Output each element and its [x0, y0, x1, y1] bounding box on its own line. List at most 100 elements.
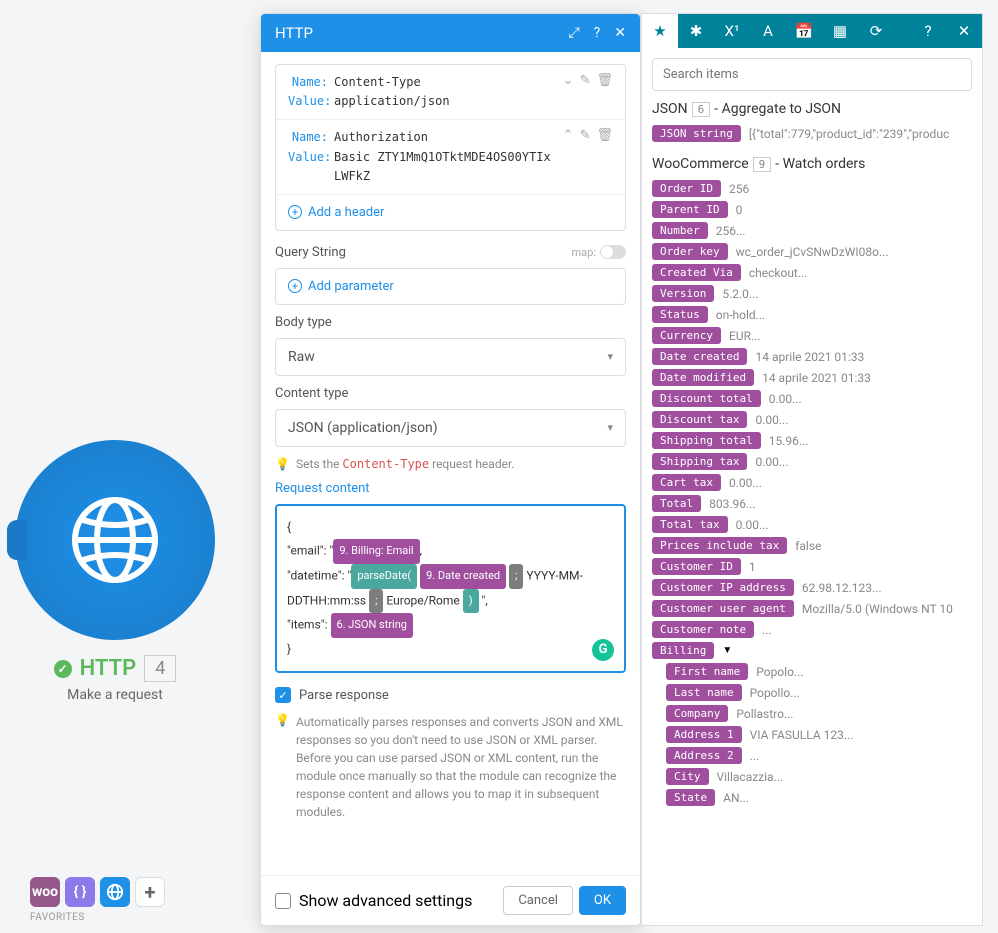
variable-item[interactable]: Total tax0.00... — [652, 516, 972, 533]
request-content-editor[interactable]: { "email": "9. Billing: Email, "datetime… — [275, 504, 626, 673]
favorites-label: FAVORITES — [30, 912, 165, 923]
variable-item[interactable]: Prices include taxfalse — [652, 537, 972, 554]
variable-item[interactable]: StateAN... — [666, 789, 972, 806]
variable-item[interactable]: Customer user agentMozilla/5.0 (Windows … — [652, 600, 972, 617]
variable-item[interactable]: Address 1VIA FASULLA 123... — [666, 726, 972, 743]
variable-item[interactable]: CompanyPollastro... — [666, 705, 972, 722]
variable-item[interactable]: Discount total0.00... — [652, 390, 972, 407]
variable-item[interactable]: Last namePopollo... — [666, 684, 972, 701]
expand-icon[interactable]: ⤢ — [568, 25, 579, 41]
http-config-modal: HTTP ⤢ ? ✕ Name:Content-Type Value:appli… — [260, 13, 641, 926]
map-toggle[interactable]: map: — [572, 245, 626, 259]
toggle-switch[interactable] — [600, 245, 626, 259]
variable-item[interactable]: Shipping tax0.00... — [652, 453, 972, 470]
favorite-woocommerce-icon[interactable]: woo — [30, 877, 60, 907]
cancel-button[interactable]: Cancel — [503, 886, 573, 915]
variable-item[interactable]: Customer note... — [652, 621, 972, 638]
chevron-down-icon[interactable]: ⌄ — [563, 73, 574, 88]
advanced-settings-label: Show advanced settings — [299, 891, 472, 910]
plus-icon: + — [288, 279, 302, 293]
variable-pill[interactable]: 9. Date created — [420, 564, 506, 589]
variable-item[interactable]: Address 2... — [666, 747, 972, 764]
favorites-bar: woo { } + FAVORITES — [30, 877, 165, 923]
variable-item[interactable]: Customer ID1 — [652, 558, 972, 575]
node-title: HTTP — [80, 656, 137, 681]
ok-button[interactable]: OK — [579, 886, 626, 915]
variable-pill[interactable]: 6. JSON string — [331, 613, 414, 638]
content-type-label: Content type — [275, 386, 348, 401]
variable-item[interactable]: Cart tax0.00... — [652, 474, 972, 491]
tab-star[interactable]: ★ — [642, 14, 678, 48]
chevron-updown-icon: ▾ — [607, 350, 613, 363]
woo-section-title: WooCommerce 9 - Watch orders — [652, 156, 972, 172]
add-parameter-button[interactable]: + Add parameter — [276, 269, 625, 304]
edit-icon[interactable]: ✎ — [580, 73, 591, 88]
parse-response-label: Parse response — [299, 688, 389, 703]
tab-clock[interactable]: ⟳ — [858, 14, 894, 48]
favorite-add-button[interactable]: + — [135, 877, 165, 907]
grammarly-icon[interactable]: G — [592, 639, 614, 661]
variable-item[interactable]: Created Viacheckout... — [652, 264, 972, 281]
variable-item[interactable]: Discount tax0.00... — [652, 411, 972, 428]
help-icon[interactable]: ? — [594, 25, 601, 41]
close-icon[interactable]: ✕ — [614, 25, 626, 41]
variable-item[interactable]: Parent ID0 — [652, 201, 972, 218]
check-icon: ✓ — [54, 660, 72, 678]
favorite-json-icon[interactable]: { } — [65, 877, 95, 907]
variable-item[interactable]: Number256... — [652, 222, 972, 239]
http-module-node[interactable]: ✓ HTTP 4 Make a request — [15, 440, 215, 703]
favorite-http-icon[interactable] — [100, 877, 130, 907]
panel-tabs: ★ ✱ X¹ A 📅 ▦ ⟳ ? ✕ — [642, 14, 982, 48]
body-type-label: Body type — [275, 315, 332, 330]
variable-item[interactable]: Order ID256 — [652, 180, 972, 197]
variable-item[interactable]: CityVillacazzia... — [666, 768, 972, 785]
modal-title: HTTP — [275, 24, 313, 42]
header-row: Name:Authorization Value:Basic ZTY1MmQ1O… — [276, 120, 625, 195]
lightbulb-icon: 💡 — [275, 457, 290, 471]
chevron-up-icon[interactable]: ⌃ — [563, 128, 574, 143]
header-row: Name:Content-Type Value:application/json… — [276, 65, 625, 120]
plus-icon: + — [288, 205, 302, 219]
tab-text[interactable]: A — [750, 14, 786, 48]
variable-item[interactable]: Shipping total15.96... — [652, 432, 972, 449]
variable-item[interactable]: Date modified14 aprile 2021 01:33 — [652, 369, 972, 386]
variable-picker-panel: ★ ✱ X¹ A 📅 ▦ ⟳ ? ✕ JSON 6 - Aggregate to… — [641, 13, 983, 926]
variable-item[interactable]: Customer IP address62.98.12.123... — [652, 579, 972, 596]
delete-icon[interactable]: 🗑 — [596, 73, 613, 88]
delete-icon[interactable]: 🗑 — [596, 128, 613, 143]
chevron-down-icon: ▼ — [722, 645, 732, 656]
function-pill[interactable]: parseDate( — [351, 564, 417, 589]
variable-group-billing[interactable]: Billing ▼ — [652, 642, 972, 659]
content-type-select[interactable]: JSON (application/json) ▾ — [275, 409, 626, 447]
request-content-label: Request content — [275, 481, 370, 496]
json-section-title: JSON 6 - Aggregate to JSON — [652, 101, 972, 117]
tab-math[interactable]: X¹ — [714, 14, 750, 48]
add-header-button[interactable]: + Add a header — [276, 195, 625, 230]
edit-icon[interactable]: ✎ — [580, 128, 591, 143]
variable-item[interactable]: Version5.2.0... — [652, 285, 972, 302]
panel-help-icon[interactable]: ? — [910, 14, 946, 48]
tab-date[interactable]: 📅 — [786, 14, 822, 48]
chevron-updown-icon: ▾ — [607, 421, 613, 434]
variable-item[interactable]: Order keywc_order_jCvSNwDzWI08o... — [652, 243, 972, 260]
variable-item[interactable]: JSON string [{"total":779,"product_id":"… — [652, 125, 972, 142]
search-input[interactable] — [652, 58, 972, 91]
variable-pill[interactable]: 9. Billing: Email — [333, 539, 419, 564]
lightbulb-icon: 💡 — [275, 713, 290, 727]
advanced-settings-checkbox[interactable] — [275, 893, 291, 909]
variable-item[interactable]: First namePopolo... — [666, 663, 972, 680]
query-string-label: Query String — [275, 245, 346, 260]
variable-item[interactable]: Total803.96... — [652, 495, 972, 512]
modal-header: HTTP ⤢ ? ✕ — [261, 14, 640, 52]
panel-close-icon[interactable]: ✕ — [946, 14, 982, 48]
variable-item[interactable]: Date created14 aprile 2021 01:33 — [652, 348, 972, 365]
variable-item[interactable]: CurrencyEUR... — [652, 327, 972, 344]
node-subtitle: Make a request — [15, 687, 215, 703]
node-count-badge: 4 — [144, 655, 176, 682]
headers-list: Name:Content-Type Value:application/json… — [275, 64, 626, 231]
body-type-select[interactable]: Raw ▾ — [275, 338, 626, 376]
tab-gear[interactable]: ✱ — [678, 14, 714, 48]
tab-array[interactable]: ▦ — [822, 14, 858, 48]
parse-response-checkbox[interactable]: ✓ — [275, 687, 291, 703]
variable-item[interactable]: Statuson-hold... — [652, 306, 972, 323]
